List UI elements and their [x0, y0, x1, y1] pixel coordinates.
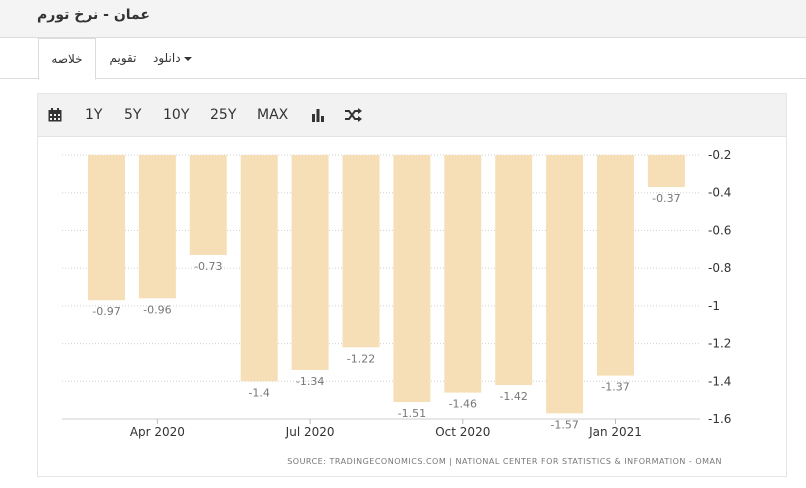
x-tick-label: Apr 2020: [130, 425, 185, 439]
bar: [546, 155, 584, 414]
y-tick-label: -0.4: [708, 186, 731, 200]
bar: [647, 155, 685, 188]
bar: [597, 155, 634, 376]
data-label: -0.37: [652, 192, 680, 205]
y-tick-label: -1: [708, 299, 720, 313]
y-tick-label: -0.2: [708, 148, 731, 162]
data-label: -1.57: [550, 418, 578, 431]
data-label: -0.96: [143, 303, 171, 316]
data-label: -1.34: [296, 375, 324, 388]
data-label: -1.22: [347, 352, 375, 365]
source-note: SOURCE: TRADINGECONOMICS.COM | NATIONAL …: [287, 457, 722, 466]
y-tick-label: -1.6: [708, 412, 731, 426]
data-label: -1.51: [398, 407, 426, 420]
x-tick-label: Jan 2021: [588, 425, 642, 439]
data-label: -1.42: [499, 390, 527, 403]
x-tick-label: Oct 2020: [435, 425, 490, 439]
bar: [138, 155, 176, 299]
bar: [342, 155, 380, 348]
bar-chart: -0.2 -0.4 -0.6 -0.8 -1 -1.2 -1.4 -1.6 -0.97 -0.96…: [62, 148, 731, 466]
y-tick-label: -1.4: [708, 374, 731, 388]
bar: [291, 155, 329, 370]
y-tick-label: -0.8: [708, 261, 731, 275]
bar: [444, 155, 482, 393]
bar: [189, 155, 227, 255]
bar: [240, 155, 278, 382]
y-tick-label: -1.2: [708, 337, 731, 351]
x-tick-label: Jul 2020: [285, 425, 335, 439]
data-label: -1.4: [248, 386, 269, 399]
data-label: -1.37: [601, 381, 629, 394]
data-label: -0.97: [92, 305, 120, 318]
data-label: -0.73: [194, 260, 222, 273]
bar: [393, 155, 431, 403]
bar: [88, 155, 125, 301]
bar: [495, 155, 533, 386]
y-tick-label: -0.6: [708, 223, 731, 237]
data-label: -1.46: [449, 398, 477, 411]
